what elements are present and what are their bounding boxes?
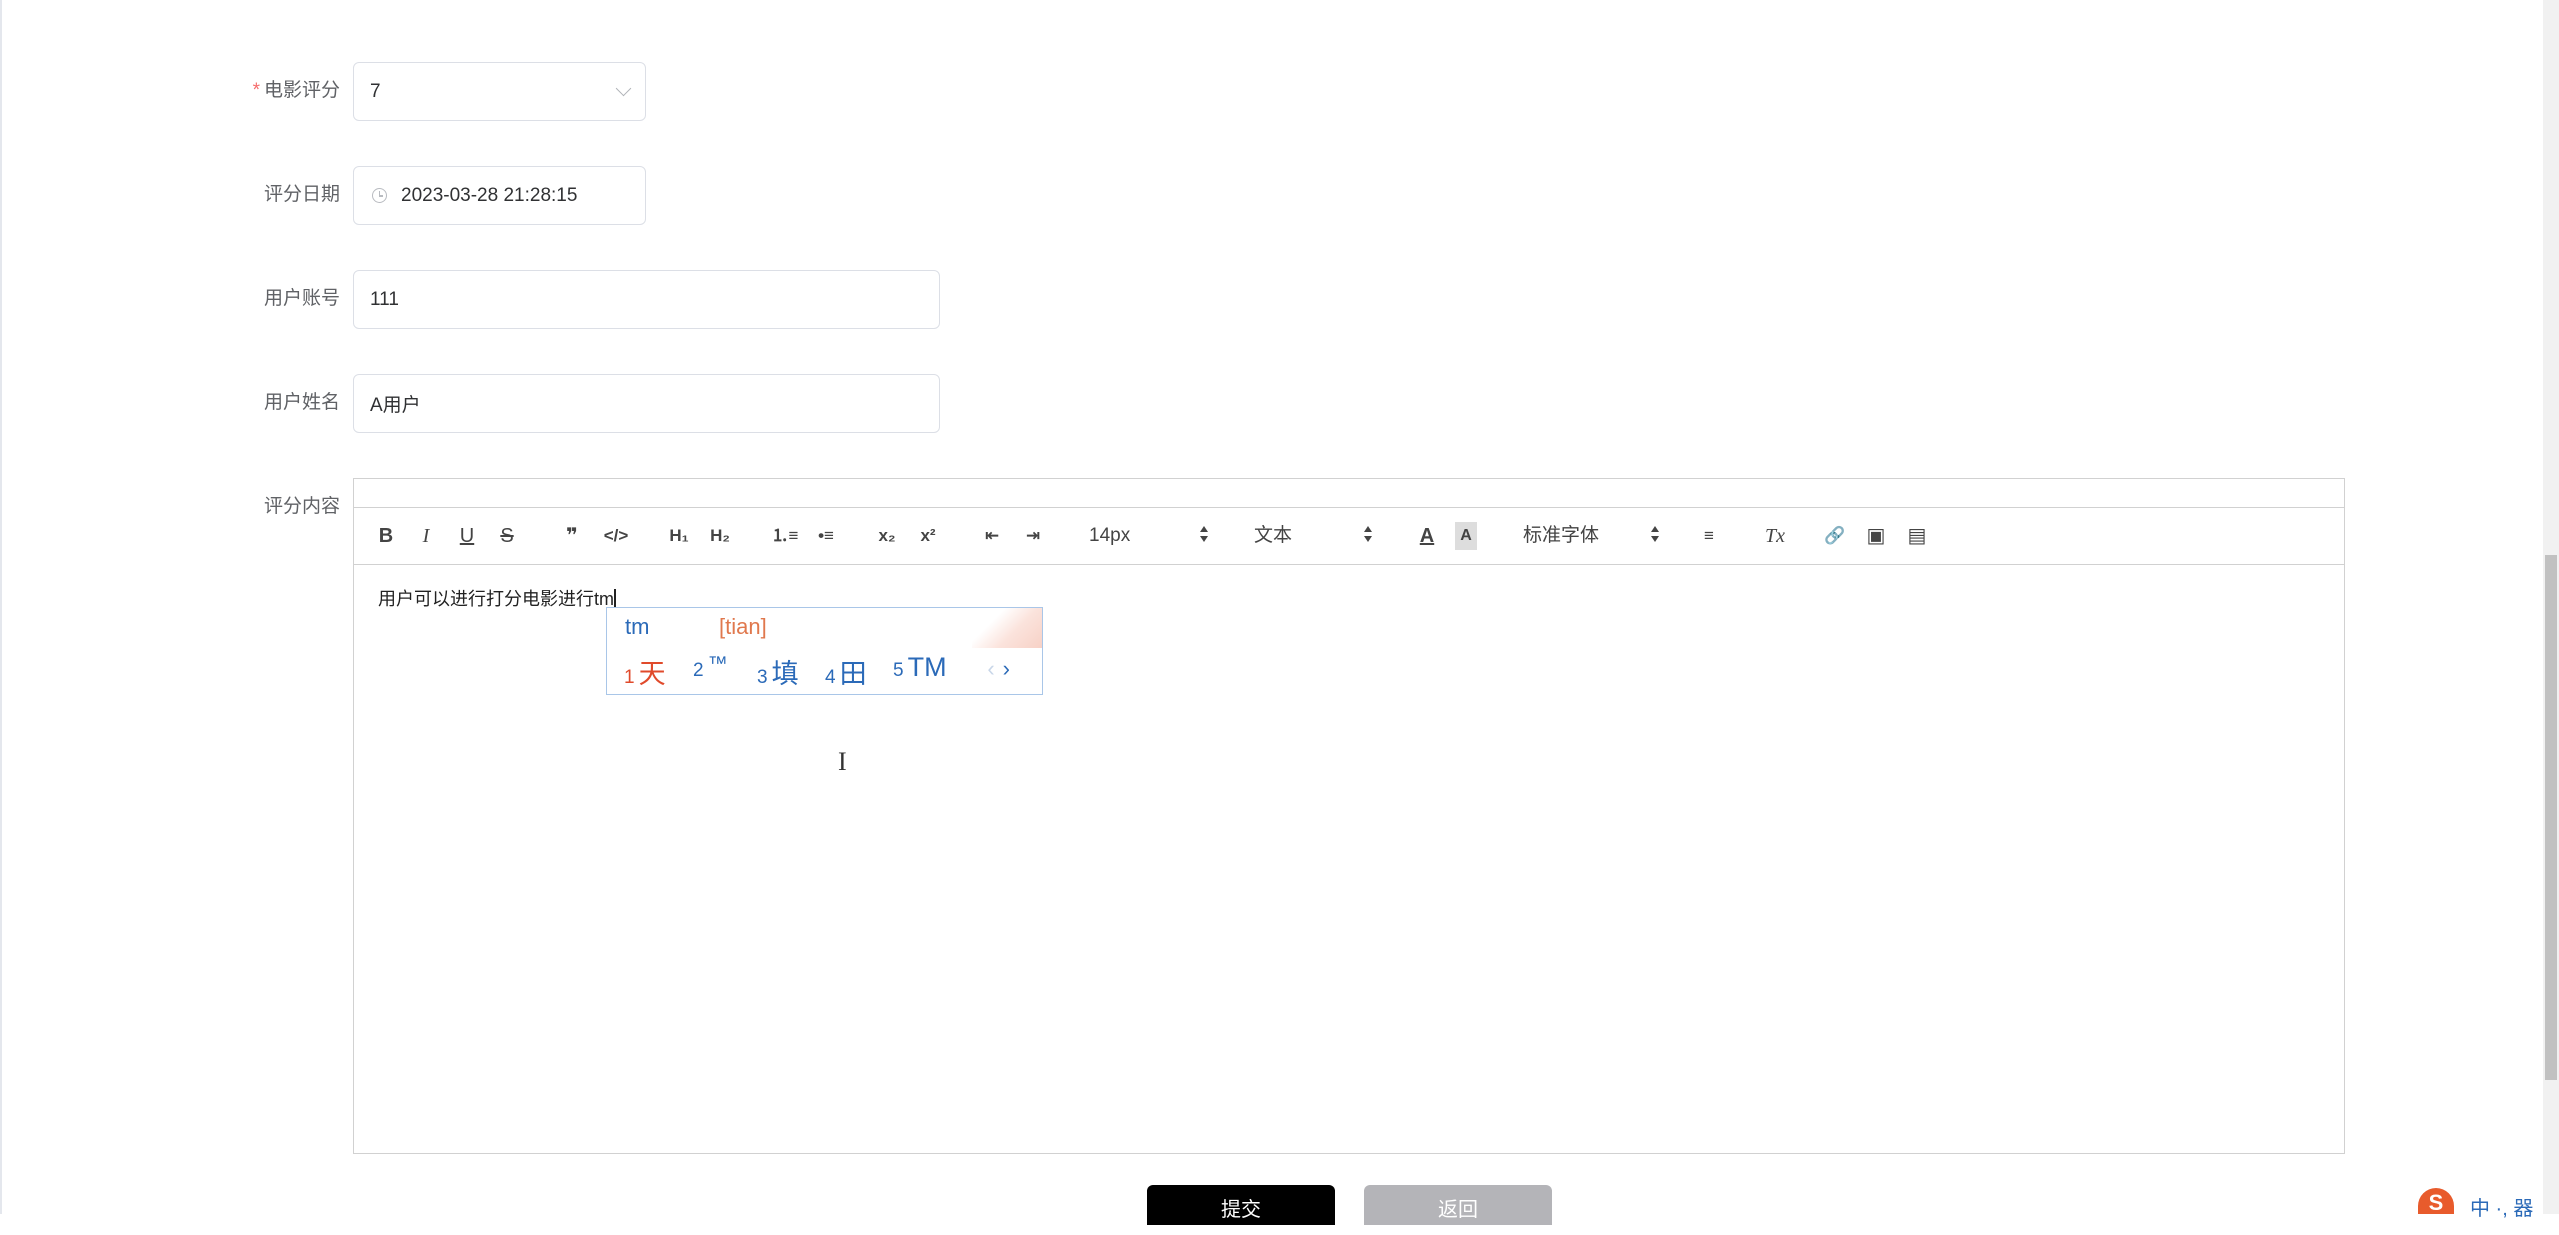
indent-button[interactable]: ⇥	[1018, 522, 1048, 550]
italic-button[interactable]: I	[416, 522, 436, 550]
account-input[interactable]: 111	[353, 270, 940, 329]
rating-label: * 电影评分	[140, 77, 340, 105]
editor-content[interactable]: 用户可以进行打分电影进行tm	[378, 585, 616, 611]
ime-decoration	[972, 608, 1042, 648]
back-button[interactable]: 返回	[1364, 1185, 1552, 1225]
size-picker[interactable]: 14px	[1089, 522, 1130, 550]
candidate-number: 4	[825, 667, 836, 688]
subscript-button[interactable]: x₂	[872, 522, 902, 550]
bullet-list-button[interactable]: •≡	[811, 522, 841, 550]
editor-toolbar: B I U S ❞ </> H₁ H₂ ⒈≡ •≡ x₂ x² ⇤ ⇥ 14px…	[354, 507, 2344, 565]
blockquote-button[interactable]: ❞	[560, 522, 584, 550]
ime-prev-page[interactable]: ‹	[987, 656, 994, 681]
date-value: 2023-03-28 21:28:15	[401, 184, 578, 206]
candidate-text: 天	[638, 659, 666, 689]
ime-candidate[interactable]: 1天	[624, 652, 666, 691]
clock-icon	[372, 188, 387, 203]
sogou-logo-icon: S	[2418, 1188, 2454, 1215]
candidate-number: 3	[757, 667, 768, 688]
candidate-text: ™	[707, 653, 728, 675]
ime-pinyin: [tian]	[719, 614, 767, 639]
scrollbar[interactable]	[2543, 0, 2559, 1214]
candidate-number: 2	[693, 660, 704, 681]
rich-text-editor: B I U S ❞ </> H₁ H₂ ⒈≡ •≡ x₂ x² ⇤ ⇥ 14px…	[353, 478, 2345, 1154]
ime-page-nav: ‹ ›	[987, 656, 1010, 682]
text-caret	[614, 589, 616, 609]
ime-candidate[interactable]: 2 ™	[693, 652, 728, 683]
scrollbar-thumb[interactable]	[2545, 555, 2557, 1080]
link-button[interactable]: 🔗	[1822, 522, 1848, 550]
heading2-button[interactable]: H₂	[704, 522, 736, 550]
ime-candidate[interactable]: 3填	[757, 652, 799, 691]
account-label: 用户账号	[263, 288, 340, 309]
rating-select[interactable]: 7	[353, 62, 646, 121]
font-picker[interactable]: 标准字体	[1523, 522, 1599, 550]
code-block-button[interactable]: </>	[601, 522, 631, 550]
ime-candidate-window: tm [tian] 1天 2 ™ 3填 4田 5 TM ‹ ›	[606, 607, 1043, 695]
font-color-button[interactable]: A	[1416, 522, 1438, 550]
ime-input-text: tm	[625, 614, 650, 639]
bold-button[interactable]: B	[376, 522, 396, 550]
image-button[interactable]: ▣	[1863, 522, 1889, 550]
page-left-border	[0, 0, 2, 1214]
date-label: 评分日期	[263, 184, 340, 205]
ime-tray[interactable]: S 中 ·, 器	[2418, 1188, 2559, 1220]
ime-language-indicator: 中 ·, 器	[2470, 1198, 2534, 1220]
clean-format-button[interactable]: Tx	[1762, 522, 1788, 550]
align-button[interactable]: ≡	[1696, 522, 1722, 550]
header-picker-arrows-icon	[1364, 526, 1372, 546]
ime-next-page[interactable]: ›	[1003, 656, 1010, 681]
editor-text: 用户可以进行打分电影进行tm	[378, 589, 614, 609]
candidate-text: 田	[839, 659, 867, 689]
strike-button[interactable]: S	[497, 522, 517, 550]
heading1-button[interactable]: H₁	[663, 522, 695, 550]
name-label: 用户姓名	[263, 392, 340, 413]
rating-label-text: 电影评分	[263, 80, 340, 101]
content-label: 评分内容	[263, 496, 340, 517]
name-value: A用户	[370, 395, 421, 416]
required-asterisk: *	[252, 80, 260, 101]
candidate-number: 5	[893, 660, 904, 681]
superscript-button[interactable]: x²	[913, 522, 943, 550]
ime-candidate[interactable]: 5 TM	[893, 652, 947, 683]
candidate-number: 1	[624, 667, 635, 688]
header-picker[interactable]: 文本	[1254, 522, 1292, 550]
name-input[interactable]: A用户	[353, 374, 940, 433]
submit-button[interactable]: 提交	[1147, 1185, 1335, 1225]
date-picker[interactable]: 2023-03-28 21:28:15	[353, 166, 646, 225]
rating-value: 7	[370, 80, 381, 102]
account-value: 111	[370, 288, 399, 310]
ime-candidate[interactable]: 4田	[825, 652, 867, 691]
text-cursor-icon: I	[838, 747, 847, 776]
video-button[interactable]: ▤	[1904, 522, 1930, 550]
font-picker-arrows-icon	[1651, 526, 1659, 546]
underline-button[interactable]: U	[457, 522, 477, 550]
chevron-down-icon	[615, 80, 632, 97]
size-picker-arrows-icon	[1200, 526, 1208, 546]
ordered-list-button[interactable]: ⒈≡	[770, 522, 800, 550]
outdent-button[interactable]: ⇤	[977, 522, 1007, 550]
candidate-text: TM	[907, 652, 947, 682]
candidate-text: 填	[771, 659, 799, 689]
background-color-button[interactable]: A	[1455, 522, 1477, 550]
